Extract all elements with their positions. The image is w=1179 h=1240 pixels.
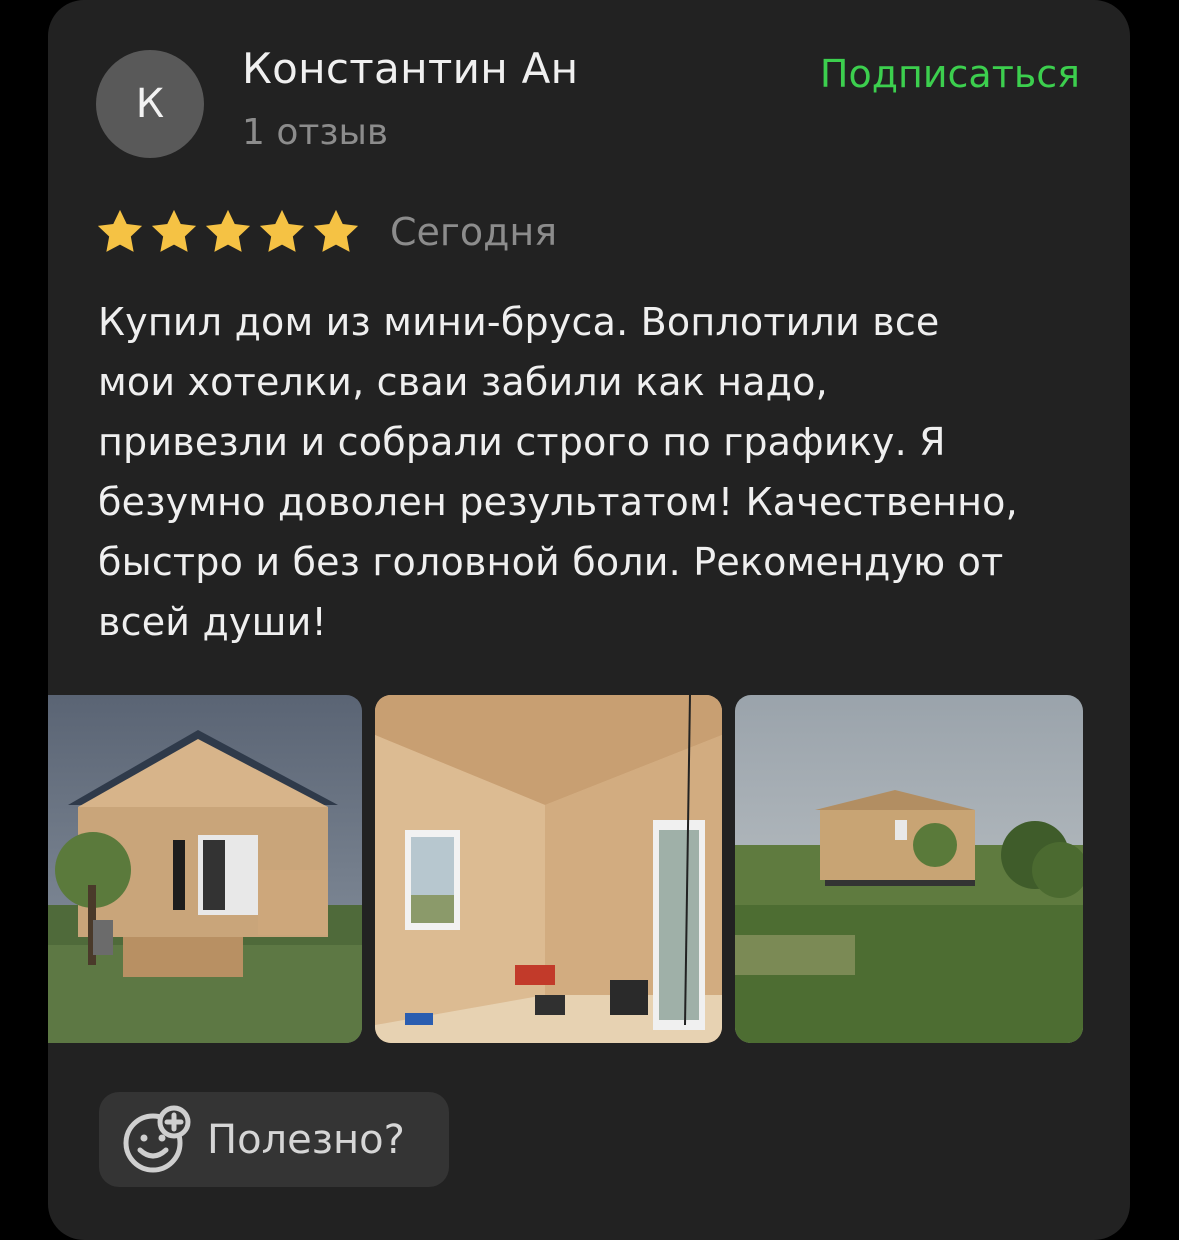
helpful-label: Полезно?	[207, 1116, 405, 1163]
avatar-initial: К	[135, 81, 165, 127]
rating-stars	[94, 206, 362, 258]
review-line: всей души!	[98, 600, 327, 644]
smile-add-icon	[123, 1105, 191, 1172]
review-line: безумно доволен результатом! Качественно…	[98, 480, 1018, 524]
photo-thumbnail-1[interactable]	[48, 695, 362, 1043]
subscribe-button[interactable]: Подписаться	[820, 52, 1080, 96]
photo-gallery	[48, 695, 1130, 1043]
review-line: быстро и без головной боли. Рекомендую о…	[98, 540, 1004, 584]
review-line: мои хотелки, сваи забили как надо,	[98, 360, 828, 404]
photo-thumbnail-3[interactable]	[735, 695, 1083, 1043]
review-date: Сегодня	[390, 210, 558, 254]
review-line: привезли и собрали строго по графику. Я	[98, 420, 946, 464]
star-icon	[151, 209, 197, 252]
review-card: К Константин Ан 1 отзыв Подписаться Сего…	[48, 0, 1130, 1240]
star-icon	[259, 209, 305, 252]
rating-row: Сегодня	[94, 202, 557, 262]
author-reviews-count: 1 отзыв	[242, 112, 389, 153]
avatar[interactable]: К	[96, 50, 204, 158]
author-name[interactable]: Константин Ан	[242, 44, 578, 93]
star-icon	[205, 209, 251, 252]
photo-thumbnail-2[interactable]	[375, 695, 722, 1043]
review-line: Купил дом из мини-бруса. Воплотили все	[98, 300, 940, 344]
star-icon	[97, 209, 143, 252]
helpful-button[interactable]: Полезно?	[99, 1092, 449, 1187]
review-text: Купил дом из мини-бруса. Воплотили все м…	[98, 292, 1098, 652]
star-icon	[313, 209, 359, 252]
